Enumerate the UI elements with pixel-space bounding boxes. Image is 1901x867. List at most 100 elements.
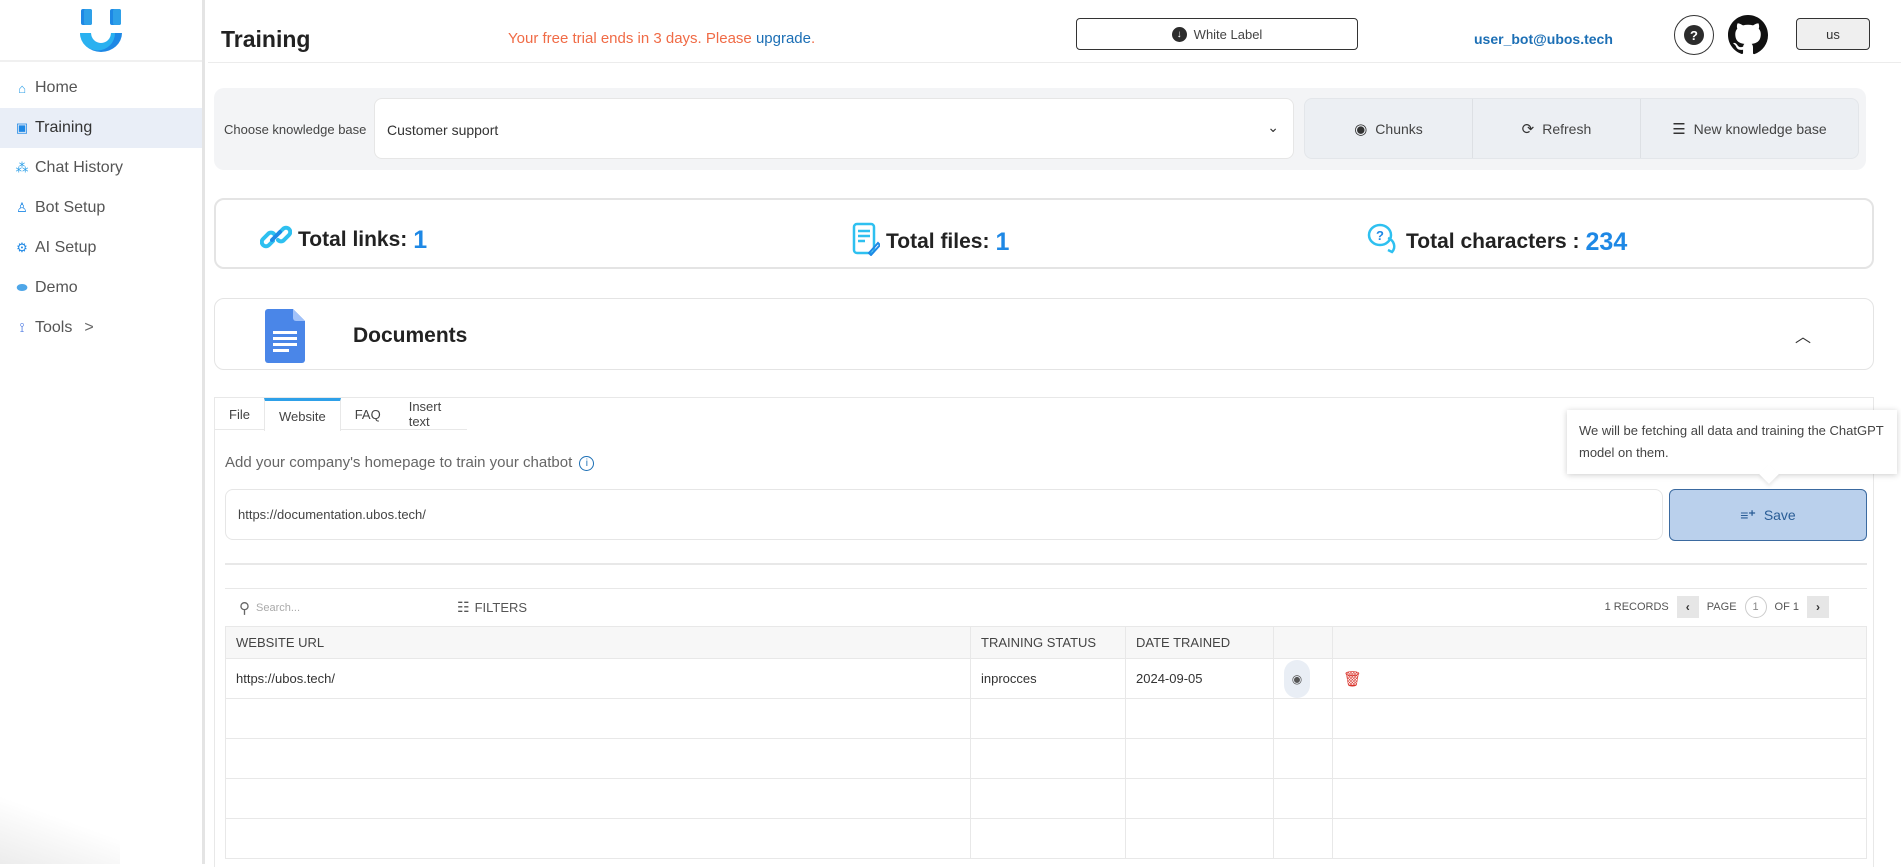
- stat-label: Total links:: [298, 228, 408, 251]
- playlist-add-icon: ≡⁺: [1740, 506, 1756, 523]
- prev-page-button[interactable]: ‹: [1676, 596, 1699, 618]
- cell-view: ◉: [1273, 658, 1333, 699]
- sidebar-item-label: AI Setup: [35, 239, 97, 256]
- sidebar-item-label: Training: [35, 119, 93, 136]
- sidebar-item-ai-setup[interactable]: ⚙ AI Setup: [0, 228, 202, 268]
- table-row-empty: [225, 738, 1867, 779]
- filters-button[interactable]: ☷ FILTERS: [457, 599, 527, 616]
- tab-insert-text[interactable]: Insert text: [395, 398, 467, 430]
- cell-date: 2024-09-05: [1125, 658, 1274, 699]
- tab-file[interactable]: File: [215, 398, 264, 430]
- chevron-up-icon[interactable]: ︿: [1795, 323, 1811, 347]
- empty-cell: [1125, 738, 1274, 779]
- table-row-empty: [225, 698, 1867, 739]
- download-icon: ↓: [1171, 26, 1187, 42]
- svg-text:?: ?: [1376, 228, 1384, 243]
- demo-icon: ⬬: [16, 280, 28, 295]
- column-header-date-trained[interactable]: DATE TRAINED: [1125, 626, 1274, 659]
- empty-cell: [225, 738, 971, 779]
- sidebar-item-bot-setup[interactable]: ♙ Bot Setup: [0, 188, 202, 228]
- white-label-button[interactable]: ↓ White Label: [1076, 18, 1358, 50]
- info-icon[interactable]: i: [579, 455, 595, 471]
- empty-cell: [970, 778, 1126, 819]
- sidebar-item-training[interactable]: ▣ Training: [0, 108, 202, 148]
- chevron-down-icon: ⌄: [1267, 119, 1279, 135]
- sidebar-item-home[interactable]: ⌂ Home: [0, 68, 202, 108]
- chunks-button[interactable]: ◉ Chunks: [1305, 99, 1473, 158]
- training-icon: ▣: [15, 120, 29, 135]
- chevron-right-icon: >: [84, 319, 94, 336]
- upgrade-link[interactable]: upgrade: [756, 30, 811, 47]
- sidebar-item-tools[interactable]: ⟟ Tools >: [0, 308, 202, 348]
- trial-end: .: [811, 30, 816, 47]
- app-logo[interactable]: [0, 0, 202, 62]
- empty-cell: [1332, 738, 1867, 779]
- language-button[interactable]: us: [1796, 18, 1870, 50]
- trial-text: Your free trial ends in 3 days. Please: [508, 30, 756, 47]
- next-page-button[interactable]: ›: [1807, 596, 1829, 618]
- empty-cell: [970, 738, 1126, 779]
- link-icon: [259, 222, 293, 258]
- chat-question-icon: ?: [1366, 222, 1400, 262]
- empty-cell: [970, 698, 1126, 739]
- stat-total-links: Total links: 1: [259, 222, 427, 258]
- refresh-button[interactable]: ⟳ Refresh: [1473, 99, 1641, 158]
- gear-icon: ⚙: [16, 240, 28, 255]
- file-edit-icon: [852, 222, 882, 262]
- view-icon[interactable]: ◉: [1284, 659, 1310, 698]
- documents-section-header[interactable]: Documents ︿: [214, 298, 1874, 370]
- empty-cell: [1273, 818, 1333, 859]
- sidebar-item-label: Bot Setup: [35, 199, 106, 216]
- documents-title: Documents: [353, 324, 468, 347]
- github-icon[interactable]: [1728, 15, 1769, 60]
- records-count: 1 RECORDS: [1604, 601, 1669, 613]
- chunks-label: Chunks: [1375, 120, 1423, 137]
- save-button[interactable]: ≡⁺ Save: [1669, 489, 1867, 541]
- page-label: PAGE: [1706, 601, 1737, 613]
- stat-total-characters: ? Total characters :234: [1366, 222, 1627, 262]
- user-email[interactable]: user_bot@ubos.tech: [1474, 31, 1613, 47]
- sidebar-item-label: Home: [35, 79, 78, 96]
- page-number-input[interactable]: 1: [1744, 596, 1767, 618]
- refresh-label: Refresh: [1542, 120, 1592, 137]
- top-bar: Training Your free trial ends in 3 days.…: [208, 0, 1901, 63]
- stat-value: 234: [1585, 227, 1628, 256]
- website-hint-text: Add your company's homepage to train you…: [225, 454, 573, 471]
- stats-card: Total links: 1 Total files: 1 ? Total char…: [214, 198, 1874, 269]
- table-search[interactable]: ⚲ Search...: [239, 599, 300, 617]
- empty-cell: [1332, 698, 1867, 739]
- column-header-training-status[interactable]: TRAINING STATUS: [970, 626, 1126, 659]
- column-header-website-url[interactable]: WEBSITE URL: [225, 626, 971, 659]
- empty-cell: [1273, 698, 1333, 739]
- table-toolbar: ⚲ Search... ☷ FILTERS 1 RECORDS ‹ PAGE 1 O…: [225, 588, 1867, 626]
- table-header-row: WEBSITE URL TRAINING STATUS DATE TRAINED: [225, 626, 1867, 659]
- trash-icon[interactable]: 🗑: [1343, 671, 1362, 688]
- tab-website[interactable]: Website: [263, 398, 341, 431]
- cell-status: inprocces: [970, 658, 1126, 699]
- tab-faq[interactable]: FAQ: [341, 398, 395, 430]
- sidebar-item-demo[interactable]: ⬬ Demo: [0, 268, 202, 308]
- new-knowledge-base-button[interactable]: ☰ New knowledge base: [1641, 99, 1858, 158]
- knowledge-base-select[interactable]: Customer support ⌄: [374, 98, 1294, 159]
- website-hint: Add your company's homepage to train you…: [225, 454, 595, 471]
- empty-cell: [1332, 778, 1867, 819]
- sidebar-decoration: [0, 794, 120, 864]
- tools-icon: ⟟: [19, 320, 25, 335]
- table-row-empty: [225, 818, 1867, 859]
- website-url-input[interactable]: [225, 489, 1663, 540]
- empty-cell: [225, 778, 971, 819]
- knowledge-base-selected: Customer support: [387, 122, 499, 138]
- empty-cell: [970, 818, 1126, 859]
- sidebar-item-chat-history[interactable]: ⁂ Chat History: [0, 148, 202, 188]
- help-button[interactable]: ?: [1674, 15, 1714, 55]
- chat-history-icon: ⁂: [15, 160, 29, 175]
- empty-cell: [1125, 698, 1274, 739]
- sidebar-nav: ⌂ Home ▣ Training ⁂ Chat History ♙ Bot Setup…: [0, 68, 202, 348]
- white-label-label: White Label: [1193, 26, 1263, 42]
- home-icon: ⌂: [18, 80, 26, 96]
- filters-label: FILTERS: [474, 600, 528, 615]
- empty-cell: [1125, 778, 1274, 819]
- table-row: https://ubos.tech/ inprocces 2024-09-05 …: [225, 658, 1867, 699]
- search-placeholder: Search...: [256, 602, 301, 614]
- page-title: Training: [221, 26, 311, 52]
